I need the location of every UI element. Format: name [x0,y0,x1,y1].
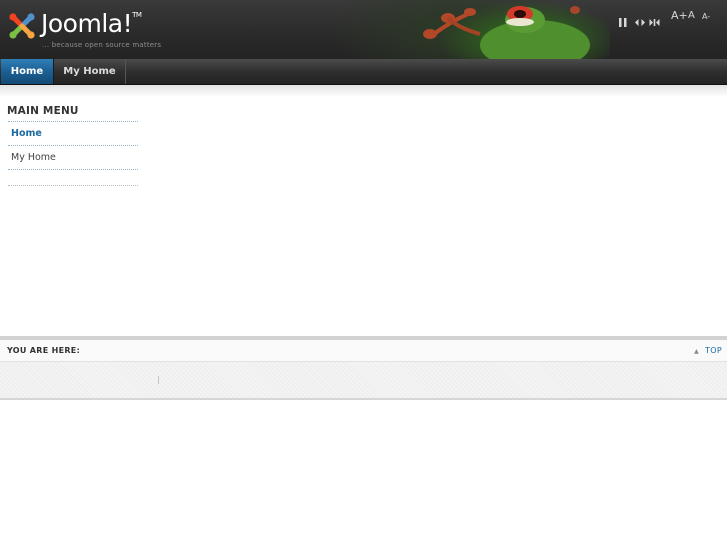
header-tools: A+ A A- [618,9,718,27]
narrow-width-icon[interactable] [635,12,645,31]
back-to-top-link[interactable]: ▲ TOP [694,340,722,362]
breadcrumb-label: YOU ARE HERE: [7,346,81,355]
wide-width-icon[interactable] [649,12,660,31]
header-frog-artwork [330,0,610,59]
font-increase-label: A+ [671,9,688,22]
font-decrease-label: A- [702,12,711,21]
logo-wordmark: Joomla!TM [41,9,142,38]
logo-text: Joomla! [41,9,133,38]
menu-divider [8,169,138,170]
back-to-top-label: TOP [705,346,722,355]
joomla-logo-icon [9,13,35,39]
menu-item-home[interactable]: Home [7,122,138,145]
nav-shadow [0,85,727,97]
joomla-logo[interactable]: Joomla!TM ... because open source matter… [7,9,167,54]
top-navigation: Home My Home [0,59,727,85]
nav-item-home[interactable]: Home [1,59,53,84]
font-reset-label: A [688,10,695,21]
menu-bottom-divider [8,185,138,186]
logo-tagline: ... because open source matters [42,41,162,49]
footer-divider [158,376,159,384]
main-menu: MAIN MENU Home My Home [7,103,138,186]
font-reset-button[interactable]: A [688,10,695,21]
font-increase-button[interactable]: A+ [671,9,688,22]
trademark: TM [132,11,142,19]
nav-item-my-home[interactable]: My Home [53,59,126,84]
main-menu-title: MAIN MENU [7,105,79,117]
arrow-up-icon: ▲ [694,348,700,355]
menu-item-my-home[interactable]: My Home [7,146,138,169]
page-footer [0,362,727,400]
site-header: Joomla!TM ... because open source matter… [0,0,727,59]
pause-icon[interactable] [619,12,627,31]
font-decrease-button[interactable]: A- [702,12,710,21]
breadcrumb: YOU ARE HERE: ▲ TOP [0,340,727,362]
